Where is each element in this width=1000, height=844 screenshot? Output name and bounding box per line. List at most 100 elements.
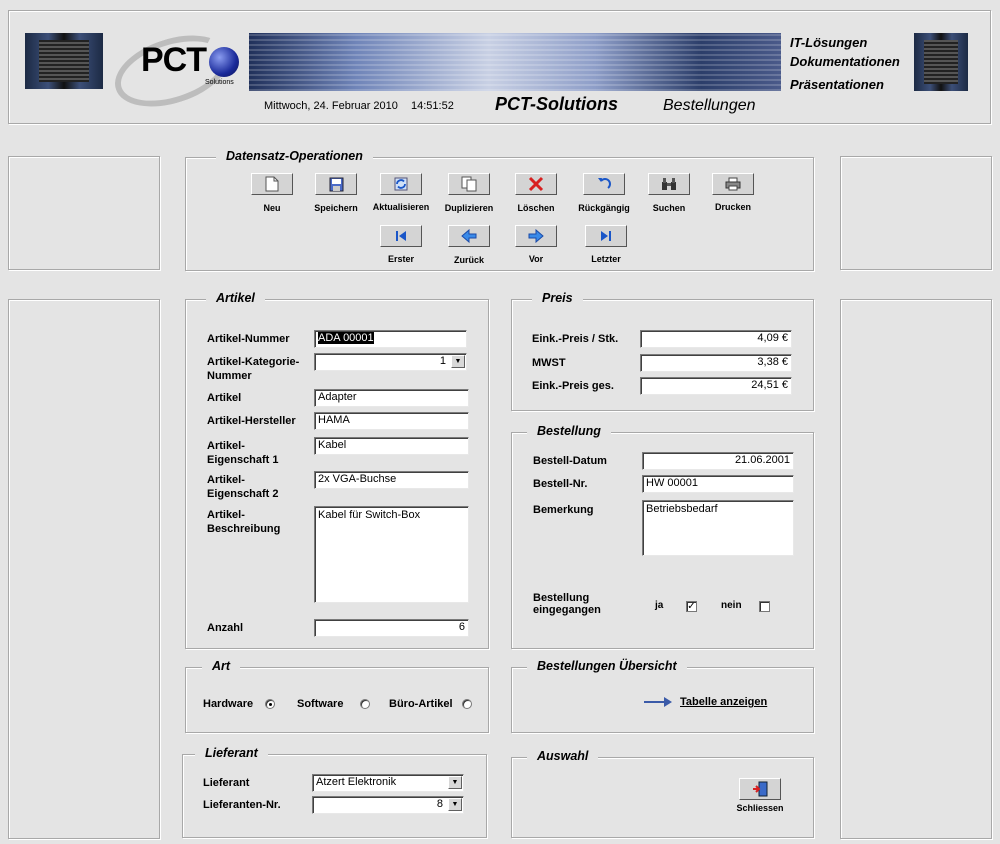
save-button[interactable] (315, 173, 357, 195)
first-record-icon (396, 231, 406, 241)
beschreibung-textarea[interactable]: Kabel für Switch-Box (314, 506, 469, 603)
lieferant-legend: Lieferant (195, 746, 268, 760)
left-side-panel-top (8, 156, 160, 270)
kategorie-label-line2: Nummer (207, 370, 252, 382)
lieferanten-nr-label: Lieferanten-Nr. (203, 799, 281, 811)
artikel-nummer-input[interactable]: ADA 00001 (314, 330, 467, 348)
einkaufspreis-gesamt-label: Eink.-Preis ges. (532, 380, 614, 392)
left-side-panel-bottom (8, 299, 160, 839)
exit-door-icon (753, 781, 768, 797)
eigenschaft2-label-line1: Artikel- (207, 474, 245, 486)
artikel-legend: Artikel (206, 291, 265, 305)
tagline-2: Dokumentationen (790, 54, 900, 69)
first-record-button[interactable] (380, 225, 422, 247)
save-icon (329, 177, 343, 191)
bemerkung-textarea[interactable]: Betriebsbedarf (642, 500, 794, 556)
tagline-3: Präsentationen (790, 77, 884, 92)
print-button[interactable] (712, 173, 754, 195)
mwst-input[interactable]: 3,38 € (640, 354, 792, 372)
duplicate-icon (461, 176, 477, 192)
einkaufspreis-gesamt-input[interactable]: 24,51 € (640, 377, 792, 395)
lieferant-select[interactable]: Atzert Elektronik ▼ (312, 774, 464, 792)
artikel-panel: Artikel Artikel-Nummer ADA 00001 Artikel… (185, 291, 489, 649)
undo-button[interactable] (583, 173, 625, 195)
chevron-down-icon[interactable]: ▼ (448, 798, 462, 811)
bestellnummer-input[interactable]: HW 00001 (642, 475, 794, 493)
last-record-button[interactable] (585, 225, 627, 247)
next-arrow-icon (528, 229, 544, 243)
banner-photo-strip (249, 33, 781, 91)
logo-text: PCT (141, 41, 207, 79)
binoculars-icon (662, 178, 676, 190)
bestelldatum-input[interactable]: 21.06.2001 (642, 452, 794, 470)
bemerkung-label: Bemerkung (533, 504, 594, 516)
anzahl-input[interactable]: 6 (314, 619, 469, 637)
last-record-label: Letzter (591, 254, 621, 264)
bestellung-panel: Bestellung Bestell-Datum 21.06.2001 Best… (511, 424, 814, 649)
last-record-icon (601, 231, 611, 241)
buero-artikel-radio[interactable] (462, 699, 472, 709)
nein-label: nein (721, 600, 742, 611)
arrow-right-icon (644, 697, 672, 707)
kategorie-label-line1: Artikel-Kategorie- (207, 356, 300, 368)
header-date: Mittwoch, 24. Februar 2010 (264, 100, 398, 112)
kategorie-select[interactable]: 1 ▼ (314, 353, 467, 371)
hardware-radio[interactable] (265, 699, 275, 709)
previous-arrow-icon (461, 229, 477, 243)
previous-record-button[interactable] (448, 225, 490, 247)
new-button[interactable] (251, 173, 293, 195)
chevron-down-icon[interactable]: ▼ (448, 776, 462, 789)
duplicate-button[interactable] (448, 173, 490, 195)
software-radio[interactable] (360, 699, 370, 709)
eigenschaft2-input[interactable]: 2x VGA-Buchse (314, 471, 469, 489)
server-image-left (25, 33, 103, 89)
eigenschaft1-label-line2: Eigenschaft 1 (207, 454, 279, 466)
refresh-button[interactable] (380, 173, 422, 195)
hersteller-label: Artikel-Hersteller (207, 415, 296, 427)
eigenschaft1-input[interactable]: Kabel (314, 437, 469, 455)
art-panel: Art Hardware Software Büro-Artikel (185, 659, 489, 733)
artikel-label: Artikel (207, 392, 242, 404)
operations-panel: Datensatz-Operationen Neu Speichern Aktu… (185, 149, 814, 271)
eigenschaft2-label-line2: Eigenschaft 2 (207, 488, 279, 500)
software-label: Software (297, 698, 344, 710)
header-company: PCT-Solutions (495, 94, 618, 114)
header-panel: PCT Solutions Mittwoch, 24. Februar 2010… (8, 10, 991, 124)
search-button[interactable] (648, 173, 690, 195)
anzahl-label: Anzahl (207, 622, 244, 634)
ja-label: ja (655, 600, 664, 611)
artikel-nummer-label: Artikel-Nummer (207, 333, 290, 345)
auswahl-legend: Auswahl (527, 749, 599, 763)
operations-legend: Datensatz-Operationen (216, 149, 373, 163)
undo-icon (598, 178, 611, 189)
lieferanten-nr-select[interactable]: 8 ▼ (312, 796, 464, 814)
right-side-panel-top (840, 156, 992, 270)
close-button[interactable] (739, 778, 781, 800)
einkaufspreis-label: Eink.-Preis / Stk. (532, 333, 619, 345)
buero-artikel-label: Büro-Artikel (389, 698, 453, 710)
header-time: 14:51:52 (411, 100, 454, 112)
preis-legend: Preis (532, 291, 583, 305)
delete-button[interactable] (515, 173, 557, 195)
right-side-panel-bottom (840, 299, 992, 839)
logo-globe-icon (209, 47, 239, 77)
next-record-label: Vor (528, 254, 544, 264)
uebersicht-panel: Bestellungen Übersicht Tabelle anzeigen (511, 659, 814, 733)
next-record-button[interactable] (515, 225, 557, 247)
header-section: Bestellungen (663, 97, 756, 114)
printer-icon (725, 177, 741, 191)
artikel-input[interactable]: Adapter (314, 389, 469, 407)
nein-checkbox[interactable] (759, 601, 770, 612)
tagline-1: IT-Lösungen (790, 35, 868, 50)
chevron-down-icon[interactable]: ▼ (451, 355, 465, 368)
hersteller-input[interactable]: HAMA (314, 412, 469, 430)
tabelle-anzeigen-link[interactable]: Tabelle anzeigen (680, 696, 767, 708)
close-button-label: Schliessen (736, 803, 784, 813)
bestelldatum-label: Bestell-Datum (533, 455, 607, 467)
bestellnummer-label: Bestell-Nr. (533, 478, 588, 490)
einkaufspreis-input[interactable]: 4,09 € (640, 330, 792, 348)
ja-checkbox[interactable]: ✓ (686, 601, 697, 612)
eingegangen-label-line2: eingegangen (533, 604, 601, 616)
print-button-label: Drucken (714, 202, 751, 212)
auswahl-panel: Auswahl Schliessen (511, 749, 814, 838)
